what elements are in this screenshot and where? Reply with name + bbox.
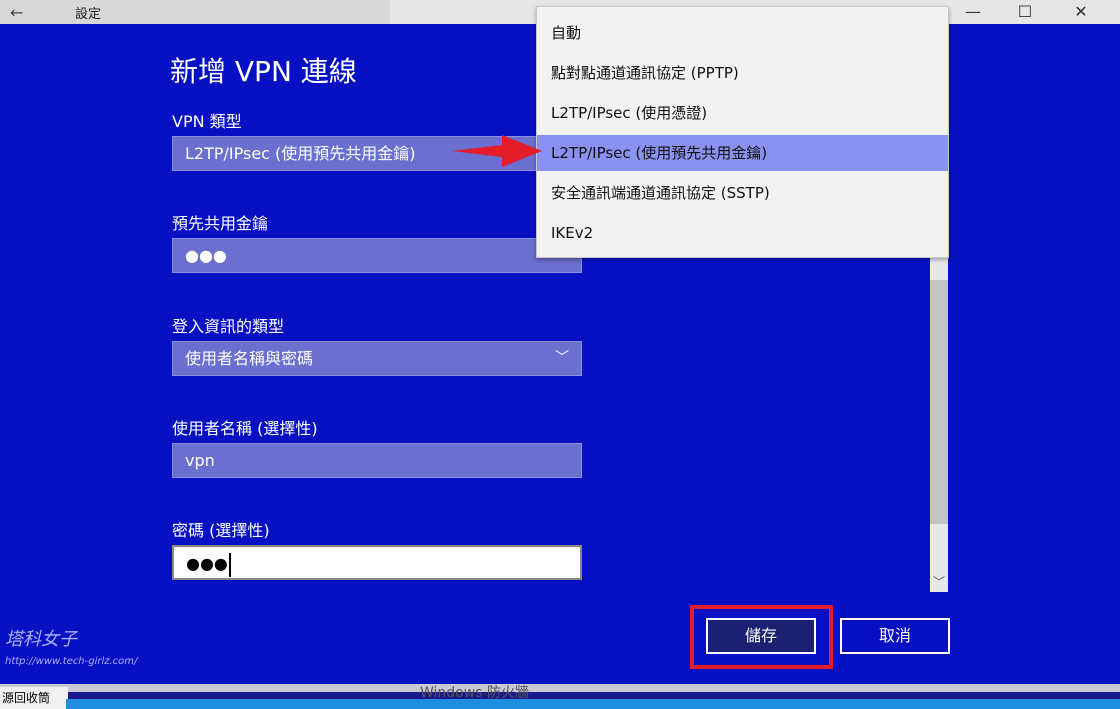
signin-type-select[interactable]: 使用者名稱與密碼 ﹀ <box>172 341 582 376</box>
window-title: 設定 <box>75 7 102 22</box>
watermark-logo: 塔科女子 <box>5 629 77 650</box>
dropdown-item-auto[interactable]: 自動 <box>537 15 948 51</box>
password-value: ●●● <box>186 554 228 573</box>
preshared-key-label: 預先共用金鑰 <box>172 214 269 233</box>
username-value: vpn <box>185 451 215 470</box>
dropdown-item-l2tp-psk[interactable]: L2TP/IPsec (使用預先共用金鑰) <box>537 135 948 171</box>
signin-type-value: 使用者名稱與密碼 <box>185 349 314 368</box>
vpn-type-label: VPN 類型 <box>172 112 242 131</box>
preshared-key-input[interactable]: ●●● <box>172 238 582 273</box>
scrollbar-thumb[interactable] <box>930 280 948 524</box>
vpn-type-dropdown-list: 自動 點對點通道通訊協定 (PPTP) L2TP/IPsec (使用憑證) L2… <box>536 6 949 258</box>
desktop-strip <box>0 684 1120 692</box>
back-arrow-icon[interactable]: ← <box>10 3 23 22</box>
username-label: 使用者名稱 (選擇性) <box>172 419 318 438</box>
recycle-bin-label[interactable]: 源回收筒 <box>0 687 68 709</box>
taskbar <box>66 699 1120 709</box>
maximize-icon[interactable]: ☐ <box>1010 2 1040 21</box>
chevron-down-icon: ﹀ <box>555 350 569 366</box>
dropdown-item-ikev2[interactable]: IKEv2 <box>537 215 948 251</box>
titlebar-left-area: ← 設定 <box>0 0 390 24</box>
scroll-down-icon[interactable]: ﹀ <box>930 573 948 590</box>
dropdown-item-l2tp-cert[interactable]: L2TP/IPsec (使用憑證) <box>537 95 948 131</box>
dialog-title: 新增 VPN 連線 <box>170 55 357 88</box>
red-arrow-annotation <box>452 135 542 167</box>
dropdown-item-pptp[interactable]: 點對點通道通訊協定 (PPTP) <box>537 55 948 91</box>
watermark-url: http://www.tech-girlz.com/ <box>5 656 138 667</box>
username-input[interactable]: vpn <box>172 443 582 478</box>
password-input[interactable]: ●●● <box>172 545 582 580</box>
vpn-type-value: L2TP/IPsec (使用預先共用金鑰) <box>185 144 416 163</box>
minimize-icon[interactable]: — <box>958 2 988 21</box>
preshared-key-value: ●●● <box>185 246 227 265</box>
text-cursor <box>228 552 231 577</box>
close-icon[interactable]: ✕ <box>1066 2 1096 21</box>
signin-type-label: 登入資訊的類型 <box>172 317 285 336</box>
password-label: 密碼 (選擇性) <box>172 521 270 540</box>
dialog-scrollbar[interactable]: ﹀ <box>930 258 948 592</box>
dropdown-item-sstp[interactable]: 安全通訊端通道通訊協定 (SSTP) <box>537 175 948 211</box>
save-highlight-annotation <box>690 605 833 669</box>
cancel-button[interactable]: 取消 <box>840 618 950 654</box>
